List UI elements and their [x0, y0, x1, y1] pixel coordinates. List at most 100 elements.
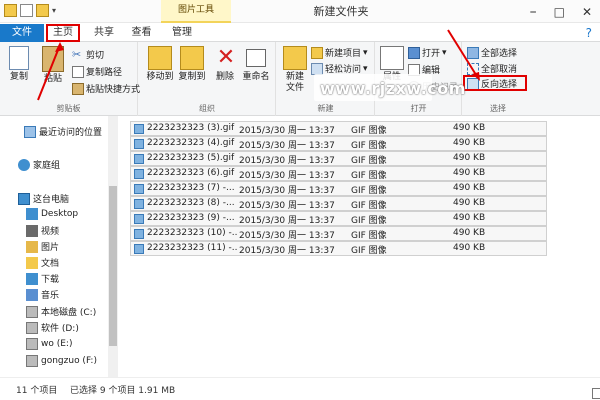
nav-drive-f[interactable]: gongzuo (F:)	[26, 355, 97, 367]
minimize-button[interactable]: –	[530, 4, 537, 20]
paste-button[interactable]: 粘贴	[38, 46, 68, 85]
help-icon[interactable]: ?	[586, 26, 592, 40]
tab-view[interactable]: 查看	[127, 24, 156, 42]
file-name: 2223232323 (10) -...	[147, 228, 237, 238]
file-date: 2015/3/30 周一 13:37	[239, 141, 335, 151]
gif-file-icon	[134, 184, 144, 194]
cut-button[interactable]: ✂ 剪切	[72, 48, 104, 61]
nav-drive-f-label: gongzuo (F:)	[41, 356, 97, 366]
nav-homegroup[interactable]: 家庭组	[18, 158, 60, 171]
nav-documents[interactable]: 文档	[26, 256, 59, 269]
close-button[interactable]: ✕	[582, 5, 592, 19]
copy-path-button[interactable]: 复制路径	[72, 65, 122, 78]
select-none-button[interactable]: 全部取消	[467, 62, 517, 75]
select-all-button[interactable]: 全部选择	[467, 46, 517, 59]
status-bar: 11 个项目 已选择 9 个项目 1.91 MB	[0, 377, 600, 400]
file-row[interactable]: 2223232323 (5).gif 2015/3/30 周一 13:37 GI…	[130, 151, 547, 166]
open-group-label: 打开	[410, 104, 427, 113]
file-name: 2223232323 (4).gif	[147, 138, 235, 148]
navigation-pane: 最近访问的位置 家庭组 这台电脑 Desktop 视频 图片 文档 下载 音乐 …	[0, 116, 118, 377]
large-icons-view-icon[interactable]	[592, 388, 600, 399]
content-area: 最近访问的位置 家庭组 这台电脑 Desktop 视频 图片 文档 下载 音乐 …	[0, 116, 600, 377]
new-folder-icon	[283, 46, 307, 70]
file-date: 2015/3/30 周一 13:37	[239, 246, 335, 256]
copy-button[interactable]: 复制	[8, 46, 30, 83]
watermark-text: www.rjzxw.com	[320, 79, 466, 98]
nav-desktop[interactable]: Desktop	[26, 208, 78, 220]
new-folder-quick-icon[interactable]	[36, 4, 49, 17]
ribbon-tabs: 文件 主页 共享 查看 管理 ?	[0, 23, 600, 42]
organize-group-label: 组织	[199, 104, 215, 113]
file-type: GIF 图像	[351, 201, 387, 211]
picture-tools-context-tab[interactable]: 图片工具	[161, 0, 231, 23]
tab-share[interactable]: 共享	[88, 24, 120, 42]
file-row[interactable]: 2223232323 (10) -... 2015/3/30 周一 13:37 …	[130, 226, 547, 241]
nav-downloads[interactable]: 下载	[26, 272, 59, 285]
drive-icon	[26, 321, 38, 334]
file-date: 2015/3/30 周一 13:37	[239, 126, 335, 136]
delete-label: 删除	[215, 72, 234, 82]
title-bar: ▾ 图片工具 新建文件夹 – □ ✕	[0, 0, 600, 23]
file-row[interactable]: 2223232323 (4).gif 2015/3/30 周一 13:37 GI…	[130, 136, 547, 151]
file-date: 2015/3/30 周一 13:37	[239, 171, 335, 181]
nav-scrollbar-thumb[interactable]	[109, 186, 117, 346]
copy-label: 复制	[9, 72, 28, 82]
nav-drive-d[interactable]: 软件 (D:)	[26, 321, 79, 334]
copy-path-label: 复制路径	[86, 68, 123, 78]
file-date: 2015/3/30 周一 13:37	[239, 156, 335, 166]
file-date: 2015/3/30 周一 13:37	[239, 201, 335, 211]
gif-file-icon	[134, 169, 144, 179]
file-type: GIF 图像	[351, 216, 387, 226]
nav-pictures[interactable]: 图片	[26, 240, 59, 253]
nav-this-pc-label: 这台电脑	[33, 195, 70, 205]
clipboard-group: 复制 粘贴 ✂ 剪切 复制路径 粘贴快捷方式 剪贴板	[0, 42, 140, 116]
nav-downloads-label: 下载	[41, 275, 60, 285]
organize-group: 移动到 复制到 ✕ 删除 重命名 组织	[139, 42, 276, 116]
gif-file-icon	[134, 139, 144, 149]
open-button[interactable]: 打开 ▾	[408, 46, 447, 59]
drive-icon	[26, 305, 38, 318]
file-row[interactable]: 2223232323 (6).gif 2015/3/30 周一 13:37 GI…	[130, 166, 547, 181]
file-row[interactable]: 2223232323 (7) -... 2015/3/30 周一 13:37 G…	[130, 181, 547, 196]
file-row[interactable]: 2223232323 (11) -... 2015/3/30 周一 13:37 …	[130, 241, 547, 256]
nav-drive-c[interactable]: 本地磁盘 (C:)	[26, 305, 96, 318]
file-size: 490 KB	[453, 168, 486, 178]
file-size: 490 KB	[453, 153, 486, 163]
file-size: 490 KB	[453, 228, 486, 238]
nav-this-pc[interactable]: 这台电脑	[18, 192, 69, 205]
file-name: 2223232323 (8) -...	[147, 198, 235, 208]
file-name: 2223232323 (3).gif	[147, 123, 235, 133]
chevron-down-icon[interactable]: ▾	[52, 4, 60, 17]
nav-drive-e[interactable]: wo (E:)	[26, 338, 72, 350]
drive-icon	[26, 338, 38, 350]
rename-label: 重命名	[242, 72, 270, 82]
new-item-button[interactable]: 新建项目 ▾	[311, 46, 368, 59]
delete-x-icon: ✕	[216, 45, 236, 70]
file-row[interactable]: 2223232323 (8) -... 2015/3/30 周一 13:37 G…	[130, 196, 547, 211]
file-date: 2015/3/30 周一 13:37	[239, 216, 335, 226]
tab-file[interactable]: 文件	[0, 24, 44, 42]
pictures-icon	[26, 240, 38, 253]
nav-scrollbar[interactable]	[108, 116, 118, 377]
move-to-button[interactable]: 移动到	[145, 46, 175, 83]
file-row[interactable]: 2223232323 (9) -... 2015/3/30 周一 13:37 G…	[130, 211, 547, 226]
nav-music[interactable]: 音乐	[26, 288, 59, 301]
file-name: 2223232323 (6).gif	[147, 168, 235, 178]
paste-shortcut-button[interactable]: 粘贴快捷方式	[72, 82, 140, 95]
file-type: GIF 图像	[351, 246, 387, 256]
copy-to-button[interactable]: 复制到	[177, 46, 207, 83]
properties-quick-icon[interactable]	[20, 4, 33, 17]
nav-videos[interactable]: 视频	[26, 224, 59, 237]
maximize-button[interactable]: □	[554, 5, 565, 19]
move-to-label: 移动到	[146, 72, 174, 82]
rename-button[interactable]: 重命名	[241, 46, 271, 83]
tab-home[interactable]: 主页	[46, 24, 80, 42]
paste-icon	[42, 46, 64, 72]
file-row[interactable]: 2223232323 (3).gif 2015/3/30 周一 13:37 GI…	[130, 121, 547, 136]
copy-icon	[9, 46, 29, 70]
nav-recent[interactable]: 最近访问的位置	[24, 125, 102, 138]
delete-button[interactable]: ✕ 删除	[214, 46, 236, 83]
tab-manage[interactable]: 管理	[162, 24, 202, 42]
file-size: 490 KB	[453, 198, 486, 208]
new-folder-button[interactable]: 新建 文件	[281, 46, 309, 94]
